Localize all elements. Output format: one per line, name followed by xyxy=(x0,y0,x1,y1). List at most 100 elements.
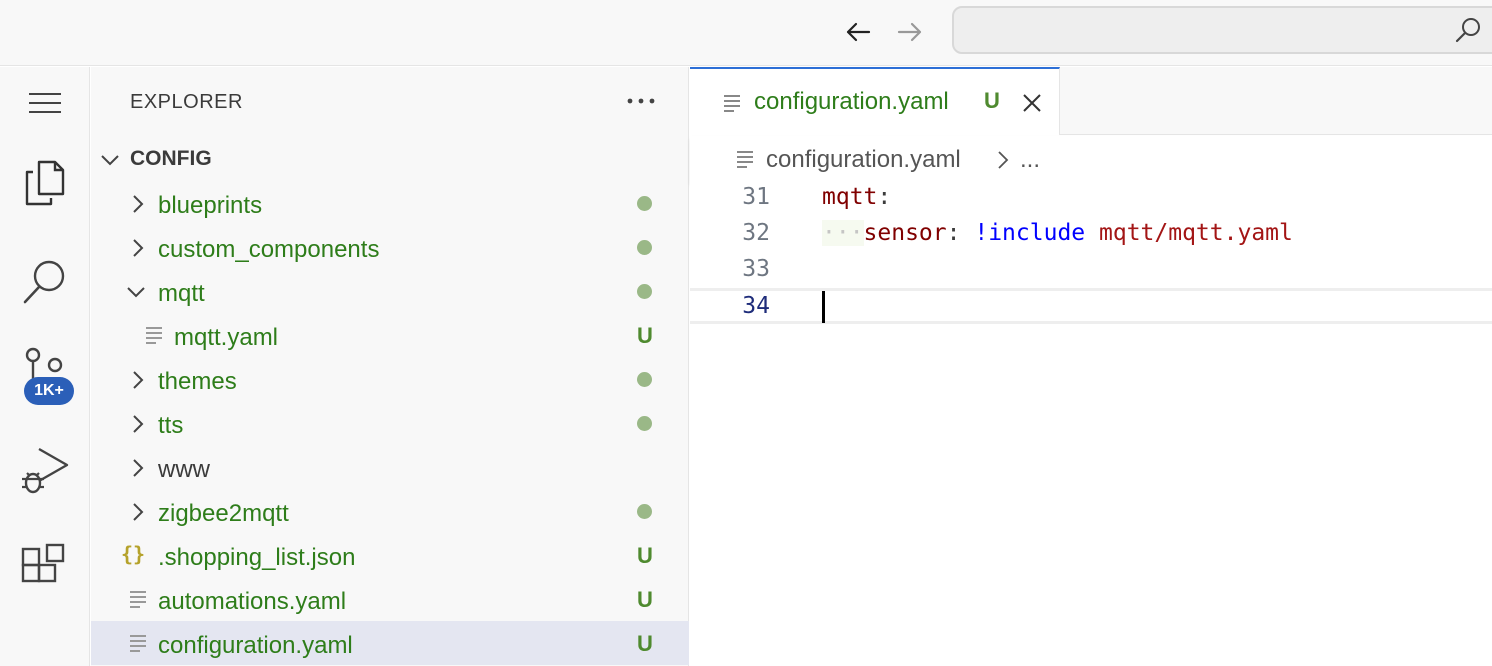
tree-folder[interactable]: themes xyxy=(91,357,689,401)
tree-item-label: automations.yaml xyxy=(158,588,347,615)
line-number: 34 xyxy=(742,293,770,319)
line-number: 32 xyxy=(742,220,770,246)
tree-item-label: .shopping_list.json xyxy=(158,544,356,571)
yaml-colon: : xyxy=(946,220,961,246)
indent-guide: ··· xyxy=(822,220,864,246)
git-modified-dot xyxy=(637,284,652,299)
git-modified-dot xyxy=(637,372,652,387)
source-control-badge: 1K+ xyxy=(24,377,74,405)
breadcrumb: configuration.yaml ... xyxy=(690,136,1492,182)
search-view-button[interactable] xyxy=(0,245,90,317)
tree-folder[interactable]: mqtt xyxy=(91,269,689,313)
tree-folder[interactable]: custom_components xyxy=(91,225,689,269)
text-cursor xyxy=(822,291,825,323)
tab-label: configuration.yaml xyxy=(754,88,949,115)
run-debug-button[interactable] xyxy=(0,435,90,507)
tree-folder[interactable]: tts xyxy=(91,401,689,445)
tree-file[interactable]: automations.yaml U xyxy=(91,577,689,621)
menu-button[interactable] xyxy=(0,67,90,139)
hamburger-icon xyxy=(29,93,61,113)
tree-item-label: custom_components xyxy=(158,236,380,263)
tree-folder[interactable]: zigbee2mqtt xyxy=(91,489,689,533)
tree-item-label: mqtt xyxy=(158,280,205,307)
breadcrumb-file[interactable]: configuration.yaml xyxy=(766,146,961,174)
more-actions-button[interactable] xyxy=(623,85,659,117)
tree-file[interactable]: mqtt.yaml U xyxy=(91,313,689,357)
tree-item-label: themes xyxy=(158,368,237,395)
chevron-down-icon xyxy=(101,155,119,166)
yaml-key: sensor xyxy=(863,220,947,246)
chevron-right-icon xyxy=(133,195,144,213)
current-line: 34 xyxy=(690,288,1492,324)
sidebar-title: EXPLORER xyxy=(130,91,243,113)
yaml-value: mqtt/mqtt.yaml xyxy=(1099,220,1293,246)
chevron-right-icon xyxy=(133,503,144,521)
chevron-down-icon xyxy=(127,287,145,298)
git-status-badge: U xyxy=(637,543,653,568)
yaml-colon: : xyxy=(877,184,892,210)
ellipsis-icon xyxy=(627,98,655,104)
tree-folder[interactable]: www xyxy=(91,445,689,489)
file-lines-icon xyxy=(130,635,146,652)
workspace-folder-header[interactable]: CONFIG xyxy=(91,137,689,181)
search-icon xyxy=(23,260,65,304)
tree-folder[interactable]: blueprints xyxy=(91,181,689,225)
file-lines-icon xyxy=(146,327,162,344)
forward-button[interactable] xyxy=(892,14,928,50)
chevron-right-icon xyxy=(133,239,144,257)
git-modified-dot xyxy=(637,240,652,255)
tree-item-label: www xyxy=(158,456,210,483)
close-icon xyxy=(1023,94,1041,112)
file-lines-icon xyxy=(737,151,753,168)
activity-bar: 1K+ xyxy=(0,67,90,666)
chevron-right-icon xyxy=(133,415,144,433)
code-editor[interactable]: 31 mqtt: 32 ···sensor: !include mqtt/mqt… xyxy=(690,182,1492,666)
code-line: 33 xyxy=(690,254,1492,290)
run-debug-icon xyxy=(22,447,69,494)
editor-tab-bar: configuration.yaml U xyxy=(690,67,1492,135)
back-button[interactable] xyxy=(840,14,876,50)
chevron-right-icon xyxy=(133,371,144,389)
tree-item-label: configuration.yaml xyxy=(158,632,353,659)
workspace-folder-name: CONFIG xyxy=(130,147,212,170)
line-number: 33 xyxy=(742,256,770,282)
extensions-button[interactable] xyxy=(0,531,90,603)
git-modified-dot xyxy=(637,504,652,519)
close-tab-button[interactable] xyxy=(1018,89,1046,117)
breadcrumb-more[interactable]: ... xyxy=(1020,146,1040,174)
tab-configuration-yaml[interactable]: configuration.yaml U xyxy=(690,67,1060,135)
tree-item-label: tts xyxy=(158,412,184,439)
git-status-badge: U xyxy=(637,587,653,612)
code-line: 32 ···sensor: !include mqtt/mqtt.yaml xyxy=(690,218,1492,254)
git-status-badge: U xyxy=(637,631,653,656)
arrow-left-icon xyxy=(846,22,871,42)
command-center-input[interactable] xyxy=(952,6,1492,54)
git-modified-dot xyxy=(637,416,652,431)
files-icon xyxy=(25,160,65,206)
tree-item-label: mqtt.yaml xyxy=(174,324,279,351)
line-text: mqtt: xyxy=(822,184,891,210)
tree-file[interactable]: {} .shopping_list.json U xyxy=(91,533,689,577)
tree-item-label: blueprints xyxy=(158,192,263,219)
tree-file[interactable]: configuration.yaml U xyxy=(91,621,689,665)
tree-item-label: zigbee2mqtt xyxy=(158,500,289,527)
json-braces-icon: {} xyxy=(121,542,146,566)
yaml-tag: !include xyxy=(974,220,1086,246)
explorer-button[interactable] xyxy=(0,147,90,219)
tab-git-status: U xyxy=(984,88,1000,113)
line-text: ···sensor: !include mqtt/mqtt.yaml xyxy=(822,220,1293,246)
extensions-icon xyxy=(21,543,65,583)
arrow-right-icon xyxy=(897,22,922,42)
yaml-key: mqtt xyxy=(822,184,878,210)
search-icon[interactable] xyxy=(1452,14,1484,46)
file-lines-icon xyxy=(130,591,146,608)
explorer-sidebar: EXPLORER CONFIG blueprints custom_compone… xyxy=(91,67,689,666)
code-line: 31 mqtt: xyxy=(690,182,1492,218)
git-modified-dot xyxy=(637,196,652,211)
git-status-badge: U xyxy=(637,323,653,348)
line-number: 31 xyxy=(742,184,770,210)
title-bar xyxy=(0,0,1492,66)
chevron-right-icon xyxy=(133,459,144,477)
file-lines-icon xyxy=(724,95,740,112)
chevron-right-icon xyxy=(998,151,1009,169)
